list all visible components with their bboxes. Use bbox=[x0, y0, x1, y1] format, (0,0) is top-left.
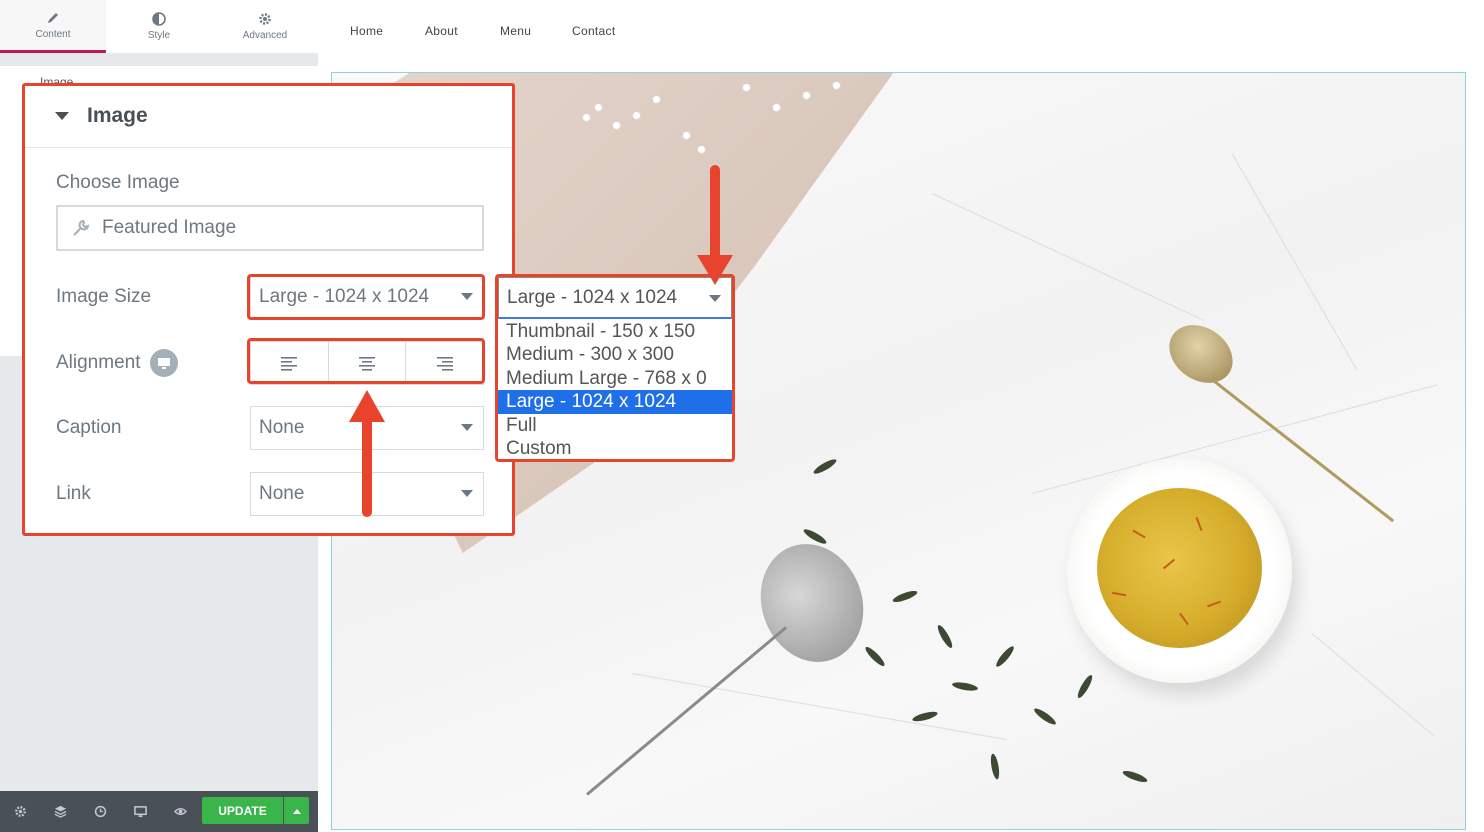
update-button[interactable]: UPDATE bbox=[202, 797, 283, 824]
nav-about[interactable]: About bbox=[425, 24, 458, 38]
caret-up-icon bbox=[292, 808, 301, 814]
half-circle-icon bbox=[152, 12, 166, 26]
nav-home[interactable]: Home bbox=[350, 24, 383, 38]
option-large[interactable]: Large - 1024 x 1024 bbox=[498, 390, 732, 414]
settings-button[interactable] bbox=[0, 791, 40, 832]
chevron-down-icon bbox=[461, 490, 473, 497]
tea-infuser bbox=[744, 529, 880, 677]
gear-icon bbox=[259, 13, 271, 25]
tab-advanced-label: Advanced bbox=[242, 30, 288, 41]
caption-label: Caption bbox=[56, 417, 122, 438]
spoon bbox=[1158, 313, 1244, 395]
gear-icon bbox=[14, 806, 26, 817]
image-size-label: Image Size bbox=[56, 286, 152, 307]
panel-tabs: Content Style Advanced bbox=[0, 0, 318, 53]
choose-image-value: Featured Image bbox=[102, 217, 237, 238]
tab-content[interactable]: Content bbox=[0, 0, 106, 53]
chevron-down-icon bbox=[461, 424, 473, 431]
wrench-icon bbox=[73, 219, 90, 236]
pencil-icon bbox=[48, 12, 58, 23]
navigator-button[interactable] bbox=[40, 791, 80, 832]
link-value: None bbox=[259, 483, 305, 504]
responsive-button[interactable] bbox=[120, 791, 160, 832]
dropdown-options: Thumbnail - 150 x 150 Medium - 300 x 300… bbox=[498, 320, 732, 460]
caption-value: None bbox=[259, 417, 305, 438]
desktop-icon bbox=[133, 806, 147, 818]
site-nav: Home About Menu Contact bbox=[318, 0, 1484, 66]
caret-down-icon bbox=[55, 112, 69, 120]
responsive-device-button[interactable] bbox=[150, 349, 178, 377]
history-button[interactable] bbox=[80, 791, 120, 832]
image-size-highlight bbox=[247, 274, 485, 320]
update-options-button[interactable] bbox=[284, 797, 309, 824]
section-title: Image bbox=[87, 104, 148, 127]
option-medium-large[interactable]: Medium Large - 768 x 0 bbox=[498, 367, 732, 390]
history-icon bbox=[94, 805, 106, 818]
layers-icon bbox=[54, 805, 66, 818]
alignment-label: Alignment bbox=[56, 352, 141, 373]
tab-advanced[interactable]: Advanced bbox=[212, 0, 318, 53]
option-medium[interactable]: Medium - 300 x 300 bbox=[498, 343, 732, 366]
preview-button[interactable] bbox=[160, 791, 200, 832]
tab-style[interactable]: Style bbox=[106, 0, 212, 53]
choose-image-label: Choose Image bbox=[56, 172, 180, 193]
desktop-icon bbox=[158, 358, 170, 369]
nav-menu[interactable]: Menu bbox=[500, 24, 531, 38]
alignment-highlight bbox=[247, 338, 485, 384]
choose-image-field[interactable]: Featured Image bbox=[56, 205, 484, 251]
tab-content-label: Content bbox=[35, 28, 71, 40]
dropdown-current-value: Large - 1024 x 1024 bbox=[507, 286, 678, 308]
tab-style-label: Style bbox=[147, 30, 171, 41]
eye-icon bbox=[173, 808, 187, 815]
image-size-dropdown-callout: Large - 1024 x 1024 Thumbnail - 150 x 15… bbox=[495, 274, 735, 462]
chevron-down-icon bbox=[709, 295, 721, 302]
link-label: Link bbox=[56, 483, 91, 504]
option-custom[interactable]: Custom bbox=[498, 437, 732, 460]
section-header-image[interactable]: Image bbox=[25, 86, 512, 148]
nav-contact[interactable]: Contact bbox=[572, 24, 615, 38]
option-full[interactable]: Full bbox=[498, 414, 732, 437]
option-thumbnail[interactable]: Thumbnail - 150 x 150 bbox=[498, 320, 732, 343]
